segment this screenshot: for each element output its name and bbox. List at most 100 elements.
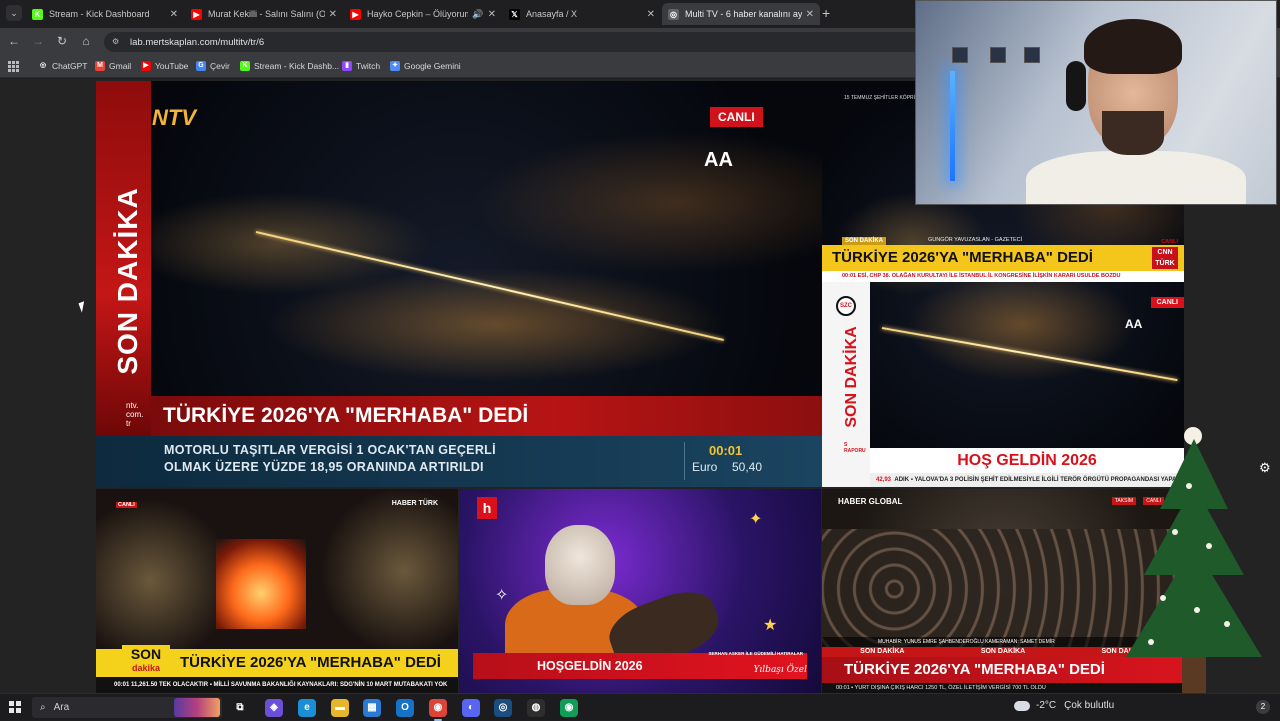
cnn-headline: TÜRKİYE 2026'YA "MERHABA" DEDİ — [822, 245, 1184, 271]
tree-trunk — [1182, 657, 1206, 693]
globe-icon: ◎ — [668, 8, 679, 20]
weather-widget[interactable]: -2°C Çok bulutlu — [1014, 700, 1114, 711]
gemini-icon: ✦ — [390, 61, 400, 71]
taskbar-search[interactable]: ⌕ Ara — [32, 697, 222, 718]
dakika-label: dakika — [131, 663, 161, 673]
tab-title: Multi TV - 6 haber kanalını aynı — [685, 9, 802, 19]
sozcu-sidebar: SZC SON DAKİKA S RAPORU — [822, 282, 870, 487]
file-explorer-icon[interactable]: ▬ — [331, 699, 349, 717]
bookmark-item[interactable]: K Stream - Kick Dashb... — [240, 61, 339, 71]
browser-tab[interactable]: 𝕏 Anasayfa / X ✕ — [503, 3, 661, 25]
bookmark-item[interactable]: G Çevir — [196, 61, 230, 71]
new-tab-button[interactable]: + — [822, 5, 830, 21]
browser-tab[interactable]: ▶ Murat Kekilli - Salını Salını (Offi ✕ — [185, 3, 343, 25]
bookmark-item[interactable]: ◎ ChatGPT — [38, 61, 87, 71]
bookmark-label: Twitch — [356, 61, 381, 71]
ornament — [1148, 639, 1154, 645]
close-tab-icon[interactable]: ✕ — [170, 9, 178, 20]
tab-title: Stream - Kick Dashboard — [49, 9, 150, 19]
ntv-logo: NTV — [152, 105, 196, 130]
star-decoration: ✦ — [749, 511, 763, 528]
home-icon[interactable]: ⌂ — [78, 34, 94, 48]
currency-value: 50,40 — [732, 460, 763, 474]
close-tab-icon[interactable]: ✕ — [329, 9, 337, 20]
url-text: lab.mertskaplan.com/multitv/tr/6 — [130, 36, 265, 48]
edge-icon[interactable]: e — [298, 699, 316, 717]
tab-title: Hayko Cepkin – Ölüyorum — [367, 9, 469, 19]
ntv-site-label: ntv. com. tr — [126, 401, 144, 428]
forward-icon[interactable]: → — [30, 34, 46, 48]
copilot-icon[interactable]: ◈ — [265, 699, 283, 717]
chrome-icon[interactable]: ◉ — [429, 699, 447, 721]
location-note: 15 TEMMUZ ŞEHİTLER KÖPRÜ — [844, 95, 918, 101]
wall-frame — [952, 47, 968, 63]
guest-caption: GUNGÖR YAVUZASLAN - GAZETECİ — [928, 237, 1023, 243]
haberturk-crawl: 00:01 11,261.50 TEK OLACAKTIR ▪ MİLLİ SA… — [96, 677, 458, 693]
apps-grid-icon[interactable] — [8, 61, 19, 72]
outlook-icon[interactable]: O — [396, 699, 414, 717]
cnnturk-logo: CNN TÜRK — [1152, 247, 1178, 269]
search-icon: ⌕ — [40, 702, 46, 713]
weather-description: Çok bulutlu — [1064, 700, 1115, 711]
haberglobal-logo: HABER GLOBAL — [838, 497, 903, 506]
task-view-icon[interactable]: ⧉ — [231, 699, 249, 717]
star-decoration: ★ — [763, 617, 778, 634]
close-tab-icon[interactable]: ✕ — [488, 9, 496, 20]
halktv-feed[interactable]: h ✦ ★ ✧ HOŞGELDİN 2026 SERHAN ASKER İLE … — [459, 489, 821, 693]
kick-icon: K — [240, 61, 250, 71]
streamer-shirt — [1026, 151, 1246, 204]
son-label: SON — [130, 646, 162, 662]
led-light — [950, 71, 955, 181]
discord-icon[interactable]: ◐ — [462, 699, 480, 717]
ornament — [1186, 483, 1192, 489]
bookmark-label: Google Gemini — [404, 61, 461, 71]
tab-title: Murat Kekilli - Salını Salını (Offi — [208, 9, 325, 19]
close-tab-icon[interactable]: ✕ — [806, 9, 814, 20]
tab-search-button[interactable]: ⌄ — [6, 5, 22, 21]
sozcu-rapor-label: S RAPORU — [844, 442, 866, 454]
kick-icon: K — [32, 8, 43, 20]
reload-icon[interactable]: ↻ — [54, 34, 70, 48]
live-badge: CANLI — [710, 107, 763, 127]
haberturk-logo: HABER TÜRK — [391, 500, 438, 507]
crawl-value: 42,93 — [876, 477, 892, 483]
steam-icon[interactable]: ◎ — [494, 699, 512, 717]
bookmark-label: Çevir — [210, 61, 230, 71]
tree-tier — [1126, 545, 1262, 657]
ornament — [1194, 607, 1200, 613]
chatgpt-icon: ◎ — [38, 61, 48, 71]
ticker-line-2: OLMAK ÜZERE YÜZDE 18,95 ORANINDA ARTIRIL… — [164, 460, 484, 474]
halktv-logo: h — [477, 497, 497, 519]
ticker-time: 00:01 — [709, 443, 743, 458]
youtube-icon: ▶ — [141, 61, 151, 71]
address-bar[interactable]: ⚙ lab.mertskaplan.com/multitv/tr/6 — [104, 32, 924, 52]
bookmark-item[interactable]: ▮ Twitch — [342, 61, 380, 71]
back-icon[interactable]: ← — [6, 34, 22, 48]
audio-playing-icon[interactable]: 🔊 — [472, 9, 483, 20]
aa-agency-icon: AA — [704, 149, 733, 171]
bookmark-item[interactable]: M Gmail — [95, 61, 131, 71]
close-tab-icon[interactable]: ✕ — [647, 9, 655, 20]
chrome-alt-icon[interactable]: ◉ — [560, 699, 578, 717]
youtube-icon: ▶ — [191, 8, 202, 20]
gmail-icon: M — [95, 61, 105, 71]
ntv-feed[interactable]: SON DAKİKA NTV CANLI AA ntv. com. tr TÜR… — [96, 81, 822, 487]
tab-title: Anasayfa / X — [526, 9, 578, 19]
site-info-icon[interactable]: ⚙ — [112, 37, 122, 47]
ntv-headline: TÜRKİYE 2026'YA "MERHABA" DEDİ — [151, 396, 822, 436]
cloud-icon — [1014, 700, 1030, 711]
haberturk-feed[interactable]: CANLI HABER TÜRK TÜRKİYE 2026'YA "MERHAB… — [96, 489, 458, 693]
bookmark-label: Stream - Kick Dashb... — [254, 61, 340, 71]
browser-tab[interactable]: ◎ Multi TV - 6 haber kanalını aynı ✕ — [662, 3, 820, 25]
windows-start-icon[interactable] — [9, 701, 21, 713]
bookmark-label: YouTube — [155, 61, 189, 71]
obs-icon[interactable]: ◍ — [527, 699, 545, 717]
bookmark-item[interactable]: ✦ Google Gemini — [390, 61, 461, 71]
bookmark-item[interactable]: ▶ YouTube — [141, 61, 188, 71]
currency-label: Euro — [692, 460, 718, 474]
browser-tab[interactable]: ▶ Hayko Cepkin – Ölüyorum 🔊 ✕ — [344, 3, 502, 25]
notification-badge[interactable]: 2 — [1256, 700, 1270, 714]
store-icon[interactable]: ▦ — [363, 699, 381, 717]
browser-tab[interactable]: K Stream - Kick Dashboard ✕ — [26, 3, 184, 25]
bookmark-label: Gmail — [109, 61, 132, 71]
